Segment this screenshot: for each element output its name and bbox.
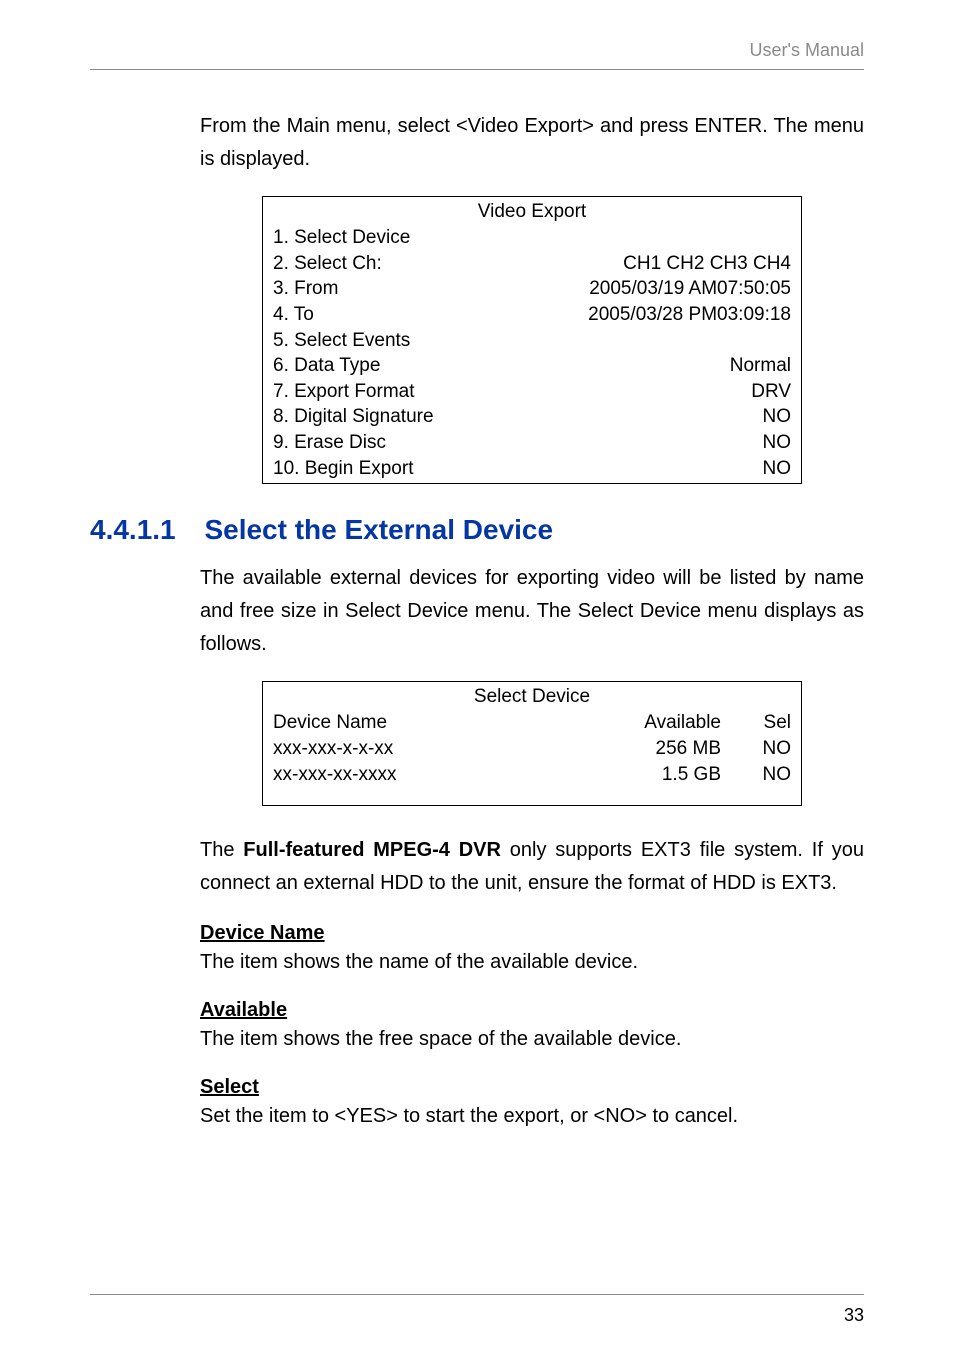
device-available-cell: 256 MB bbox=[601, 736, 741, 762]
device-row: xxx-xxx-x-x-xx 256 MB NO bbox=[263, 736, 801, 762]
menu-value: NO bbox=[763, 430, 792, 456]
section-heading: 4.4.1.1 Select the External Device bbox=[90, 514, 864, 546]
menu-value: NO bbox=[763, 404, 792, 430]
page-header: User's Manual bbox=[90, 40, 864, 70]
menu-label: 9. Erase Disc bbox=[273, 430, 386, 456]
device-header-row: Device Name Available Sel bbox=[263, 710, 801, 736]
menu-row: 7. Export Format DRV bbox=[263, 379, 801, 405]
header-rule bbox=[90, 69, 864, 70]
menu-value: NO bbox=[763, 456, 792, 482]
device-header-sel: Sel bbox=[741, 710, 791, 736]
menu-row: 8. Digital Signature NO bbox=[263, 404, 801, 430]
device-header-available: Available bbox=[601, 710, 741, 736]
ext3-pre: The bbox=[200, 839, 243, 861]
device-sel-cell: NO bbox=[741, 736, 791, 762]
menu-label: 1. Select Device bbox=[273, 225, 410, 251]
menu-row: 5. Select Events bbox=[263, 328, 801, 354]
menu-label: 8. Digital Signature bbox=[273, 404, 434, 430]
menu-label: 5. Select Events bbox=[273, 328, 410, 354]
device-name-text: The item shows the name of the available… bbox=[200, 947, 864, 977]
device-available-cell: 1.5 GB bbox=[601, 762, 741, 788]
menu-label: 7. Export Format bbox=[273, 379, 415, 405]
page-footer: 33 bbox=[90, 1294, 864, 1326]
menu-row: 2. Select Ch: CH1 CH2 CH3 CH4 bbox=[263, 251, 801, 277]
section-body: The available external devices for expor… bbox=[200, 562, 864, 1131]
menu-row: 4. To 2005/03/28 PM03:09:18 bbox=[263, 302, 801, 328]
menu-row: 10. Begin Export NO bbox=[263, 456, 801, 484]
video-export-title: Video Export bbox=[263, 197, 801, 225]
device-name-cell: xx-xxx-xx-xxxx bbox=[273, 762, 601, 788]
device-sel-cell: NO bbox=[741, 762, 791, 788]
menu-label: 3. From bbox=[273, 276, 338, 302]
available-heading: Available bbox=[200, 999, 864, 1022]
section-paragraph: The available external devices for expor… bbox=[200, 562, 864, 661]
page: User's Manual From the Main menu, select… bbox=[0, 0, 954, 1351]
section-title: Select the External Device bbox=[204, 514, 553, 545]
section-number: 4.4.1.1 bbox=[90, 514, 200, 546]
menu-label: 4. To bbox=[273, 302, 314, 328]
menu-label: 6. Data Type bbox=[273, 353, 380, 379]
menu-row: 6. Data Type Normal bbox=[263, 353, 801, 379]
available-text: The item shows the free space of the ava… bbox=[200, 1024, 864, 1054]
intro-paragraph: From the Main menu, select <Video Export… bbox=[200, 110, 864, 176]
menu-value: Normal bbox=[730, 353, 791, 379]
select-heading: Select bbox=[200, 1076, 864, 1099]
select-device-title: Select Device bbox=[263, 682, 801, 710]
header-title: User's Manual bbox=[90, 40, 864, 61]
menu-label: 10. Begin Export bbox=[273, 456, 413, 482]
menu-value: 2005/03/28 PM03:09:18 bbox=[588, 302, 791, 328]
content-body: From the Main menu, select <Video Export… bbox=[200, 110, 864, 484]
ext3-bold: Full-featured MPEG-4 DVR bbox=[243, 839, 501, 861]
menu-value: DRV bbox=[751, 379, 791, 405]
menu-row: 9. Erase Disc NO bbox=[263, 430, 801, 456]
menu-row: 3. From 2005/03/19 AM07:50:05 bbox=[263, 276, 801, 302]
menu-label: 2. Select Ch: bbox=[273, 251, 382, 277]
video-export-menu: Video Export 1. Select Device 2. Select … bbox=[262, 196, 802, 484]
device-row: xx-xxx-xx-xxxx 1.5 GB NO bbox=[263, 762, 801, 788]
menu-value: 2005/03/19 AM07:50:05 bbox=[589, 276, 791, 302]
device-header-name: Device Name bbox=[273, 710, 601, 736]
select-text: Set the item to <YES> to start the expor… bbox=[200, 1101, 864, 1131]
page-number: 33 bbox=[90, 1305, 864, 1326]
menu-value: CH1 CH2 CH3 CH4 bbox=[623, 251, 791, 277]
device-name-heading: Device Name bbox=[200, 922, 864, 945]
ext3-paragraph: The Full-featured MPEG-4 DVR only suppor… bbox=[200, 834, 864, 900]
footer-rule bbox=[90, 1294, 864, 1295]
select-device-table: Select Device Device Name Available Sel … bbox=[262, 681, 802, 806]
device-name-cell: xxx-xxx-x-x-xx bbox=[273, 736, 601, 762]
menu-row: 1. Select Device bbox=[263, 225, 801, 251]
